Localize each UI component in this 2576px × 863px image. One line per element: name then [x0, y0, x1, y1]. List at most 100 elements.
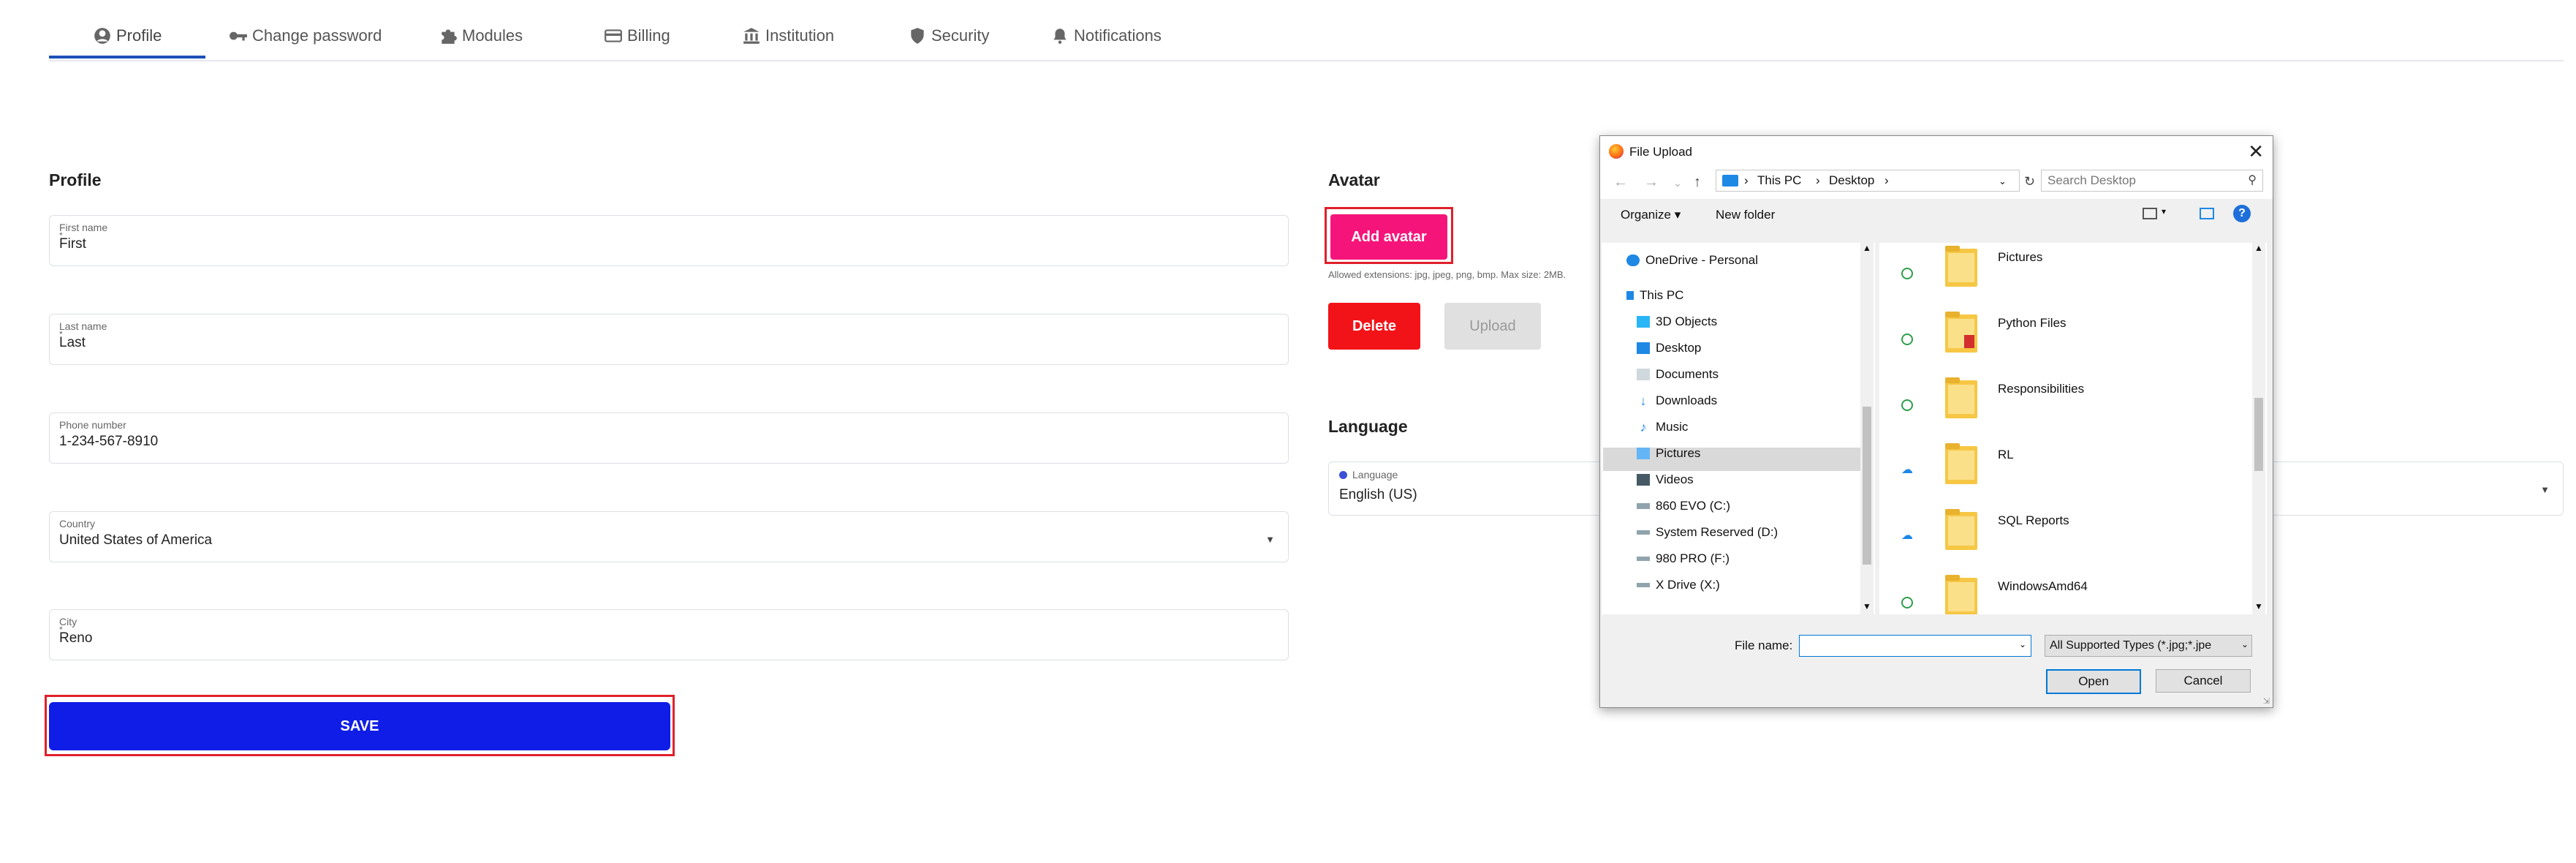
nav-item-music[interactable]: ♪ Music	[1637, 415, 1689, 439]
dialog-footer: File name: ⌄ All Supported Types (*.jpg;…	[1600, 614, 2273, 707]
search-icon: ⚲	[2248, 174, 2257, 186]
file-name-label: File name:	[1735, 638, 1793, 652]
profile-title: Profile	[49, 170, 102, 189]
avatar-title: Avatar	[1328, 170, 1380, 189]
city-field[interactable]: City * Reno	[49, 609, 1289, 660]
refresh-icon[interactable]: ↻	[2024, 174, 2035, 189]
first-name-label: First name	[59, 222, 108, 233]
recent-dropdown-icon[interactable]: ⌄	[1673, 177, 1682, 189]
up-arrow-icon[interactable]: ↑	[1694, 174, 1701, 191]
nav-item-desktop[interactable]: Desktop	[1637, 336, 1701, 360]
resize-grip-icon[interactable]: ⇲	[2263, 696, 2270, 706]
synced-icon	[1901, 597, 1913, 608]
nav-label: This PC	[1640, 288, 1684, 302]
phone-number-field[interactable]: Phone number 1-234-567-8910	[49, 412, 1289, 464]
nav-item-videos[interactable]: Videos	[1637, 468, 1694, 491]
tab-profile[interactable]: Profile	[93, 20, 162, 51]
nav-label: System Reserved (D:)	[1656, 525, 1778, 539]
language-title: Language	[1328, 417, 1408, 436]
tab-modules[interactable]: Modules	[439, 20, 523, 51]
preview-pane-icon[interactable]	[2200, 208, 2214, 219]
search-input[interactable]: Search Desktop ⚲	[2041, 170, 2263, 192]
folder-icon	[1944, 440, 1979, 486]
view-dropdown-icon[interactable]: ▾	[2162, 206, 2166, 216]
new-folder-button[interactable]: New folder	[1716, 208, 1775, 222]
tab-change-password[interactable]: Change password	[229, 20, 382, 51]
shield-icon	[911, 28, 924, 44]
close-icon[interactable]: ✕	[2248, 140, 2264, 163]
file-row-sql-reports[interactable]: ☁ SQL Reports	[1879, 506, 2252, 572]
cloud-icon: ☁	[1901, 464, 1913, 476]
folder-icon	[1944, 243, 1979, 288]
organize-label: Organize	[1621, 208, 1671, 222]
drive-icon	[1637, 583, 1650, 587]
file-name: Responsibilities	[1998, 382, 2085, 396]
upload-avatar-button[interactable]: Upload	[1444, 303, 1541, 350]
save-button[interactable]: SAVE	[49, 702, 670, 750]
cancel-button[interactable]: Cancel	[2156, 669, 2251, 693]
breadcrumb-this-pc[interactable]: This PC	[1757, 173, 1801, 188]
navigation-pane: OneDrive - Personal This PC 3D Objects D…	[1602, 243, 1875, 614]
address-row: ← → ⌄ ↑ › This PC › Desktop › ⌄ ↻ Search…	[1600, 165, 2273, 199]
chevron-down-icon[interactable]: ⌄	[2019, 639, 2026, 649]
tab-billing[interactable]: Billing	[604, 20, 670, 51]
address-dropdown-icon[interactable]: ⌄	[1999, 176, 2007, 187]
synced-icon	[1901, 268, 1913, 279]
scroll-down-icon[interactable]: ▼	[1863, 601, 1871, 611]
file-name-input[interactable]: ⌄	[1799, 635, 2031, 657]
tab-notifications[interactable]: Notifications	[1050, 20, 1162, 51]
organize-button[interactable]: Organize ▾	[1621, 208, 1681, 222]
file-row-responsibilities[interactable]: Responsibilities	[1879, 374, 2252, 440]
downloads-icon: ↓	[1640, 393, 1647, 408]
file-scrollbar[interactable]: ▲ ▼	[2252, 243, 2265, 614]
last-name-label: Last name	[59, 320, 107, 332]
this-pc-icon	[1722, 175, 1738, 186]
nav-item-pictures[interactable]: Pictures	[1637, 442, 1700, 465]
scroll-down-icon[interactable]: ▼	[2254, 601, 2263, 611]
file-row-rl[interactable]: ☁ RL	[1879, 440, 2252, 506]
open-button[interactable]: Open	[2046, 669, 2141, 694]
tab-label: Billing	[627, 26, 670, 45]
nav-label: Pictures	[1656, 446, 1701, 460]
tab-security[interactable]: Security	[908, 20, 989, 51]
tab-label: Change password	[252, 26, 382, 45]
scroll-up-icon[interactable]: ▲	[1863, 243, 1871, 253]
country-select[interactable]: Country United States of America ▼	[49, 511, 1289, 562]
add-avatar-button[interactable]: Add avatar	[1330, 214, 1447, 260]
language-value: English (US)	[1339, 487, 1417, 502]
file-row-python-files[interactable]: Python Files	[1879, 309, 2252, 374]
help-icon[interactable]: ?	[2233, 205, 2251, 222]
file-type-select[interactable]: All Supported Types (*.jpg;*.jpe ⌄	[2045, 635, 2252, 657]
onedrive-icon	[1626, 255, 1640, 266]
file-row-pictures[interactable]: Pictures	[1879, 243, 2252, 309]
file-scroll-thumb[interactable]	[2254, 398, 2263, 471]
scroll-up-icon[interactable]: ▲	[2254, 243, 2263, 253]
tab-label: Modules	[462, 26, 523, 45]
nav-item-drive-f[interactable]: 980 PRO (F:)	[1637, 547, 1730, 570]
tab-institution[interactable]: Institution	[742, 20, 834, 51]
nav-item-documents[interactable]: Documents	[1637, 363, 1719, 386]
nav-item-downloads[interactable]: ↓ Downloads	[1637, 389, 1718, 412]
folder-icon	[1944, 506, 1979, 551]
nav-item-drive-d[interactable]: System Reserved (D:)	[1637, 521, 1778, 544]
breadcrumb-desktop[interactable]: Desktop	[1829, 173, 1874, 188]
back-arrow-icon[interactable]: ←	[1613, 174, 1628, 191]
pictures-icon	[1637, 448, 1650, 459]
first-name-field[interactable]: First name * First	[49, 215, 1289, 266]
last-name-field[interactable]: Last name * Last	[49, 314, 1289, 365]
file-upload-dialog: File Upload ✕ ← → ⌄ ↑ › This PC › Deskto…	[1599, 135, 2273, 708]
nav-item-this-pc[interactable]: This PC	[1626, 284, 1683, 307]
nav-item-drive-c[interactable]: 860 EVO (C:)	[1637, 494, 1730, 518]
nav-item-3d-objects[interactable]: 3D Objects	[1637, 310, 1717, 333]
forward-arrow-icon[interactable]: →	[1644, 174, 1659, 191]
nav-scrollbar[interactable]: ▲ ▼	[1860, 243, 1874, 614]
view-options-icon[interactable]	[2143, 208, 2157, 219]
bell-icon	[1053, 29, 1067, 44]
nav-item-drive-x[interactable]: X Drive (X:)	[1637, 573, 1720, 597]
address-bar[interactable]: › This PC › Desktop › ⌄	[1716, 170, 2020, 192]
delete-avatar-button[interactable]: Delete	[1328, 303, 1420, 350]
file-name: Pictures	[1998, 250, 2043, 264]
nav-item-onedrive[interactable]: OneDrive - Personal	[1626, 249, 1758, 272]
nav-label: OneDrive - Personal	[1645, 253, 1759, 267]
nav-scroll-thumb[interactable]	[1863, 407, 1871, 565]
